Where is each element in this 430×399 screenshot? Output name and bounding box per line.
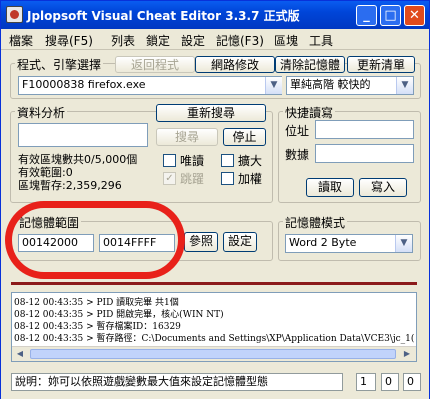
main-window: Jplopsoft Visual Cheat Editor 3.3.7 正式版 … (0, 0, 430, 399)
set-button[interactable]: 設定 (223, 232, 257, 252)
status-hint: 說明：妳可以依照遊戲變數最大值來設定記憶體型態 (11, 373, 343, 391)
read-button[interactable]: 讀取 (306, 178, 354, 197)
engine-dropdown-arrow-icon[interactable]: ▼ (396, 77, 413, 94)
app-icon (6, 6, 23, 23)
network-modify-tab[interactable]: 網路修改 (195, 56, 275, 73)
readonly-checkbox[interactable] (163, 154, 176, 167)
engine-value: 單純高階 較快的 (290, 78, 371, 91)
menu-tools[interactable]: 工具 (309, 32, 333, 49)
memory-mode-select[interactable]: Word 2 Byte (285, 234, 413, 253)
address-label: 位址 (285, 124, 310, 138)
analysis-group-label: 資料分析 (15, 104, 68, 121)
memory-mode-label: 記憶體模式 (283, 214, 348, 231)
menu-block[interactable]: 區塊 (274, 32, 298, 49)
status-field-1: 1 (356, 373, 376, 391)
menu-lock[interactable]: 鎖定 (146, 32, 170, 49)
quick-read-label: 快捷讀寫 (283, 104, 336, 121)
memory-mode-arrow-icon[interactable]: ▼ (395, 235, 412, 252)
menu-memory[interactable]: 記憶(F3) (216, 32, 264, 49)
red-highlight-oval (5, 201, 185, 279)
reference-button[interactable]: 參照 (184, 232, 218, 252)
process-group-label: 程式、引擎選擇 (15, 56, 104, 73)
search-button[interactable]: 搜尋 (156, 128, 218, 146)
clear-memory-tab[interactable]: 清除記憶體 (275, 56, 345, 73)
skip-label: 跳躍 (180, 172, 205, 186)
weight-label: 加權 (238, 172, 263, 186)
log-horizontal-scrollbar[interactable]: ◀ ▶ (12, 346, 416, 361)
return-program-tab[interactable]: 返回程式 (115, 56, 195, 73)
status-bar: 說明：妳可以依照遊戲變數最大值來設定記憶體型態 1 0 0 (1, 371, 429, 399)
data-label: 數據 (285, 148, 310, 162)
status-field-2: 0 (381, 373, 399, 391)
window-title: Jplopsoft Visual Cheat Editor 3.3.7 正式版 (27, 9, 300, 23)
expand-label: 擴大 (238, 154, 263, 168)
separator-bar (11, 282, 417, 285)
menu-file[interactable]: 檔案 (9, 32, 33, 49)
menu-settings[interactable]: 設定 (181, 32, 205, 49)
engine-select[interactable]: 單純高階 較快的 (286, 76, 414, 95)
scroll-right-icon[interactable]: ▶ (400, 348, 414, 360)
stat-cache: 區塊暫存:2,359,296 (18, 179, 122, 192)
readonly-label: 唯讀 (180, 154, 205, 168)
expand-checkbox[interactable] (221, 154, 234, 167)
skip-checkbox[interactable]: ✓ (163, 172, 176, 185)
process-value: F10000838 firefox.exe (22, 78, 146, 91)
log-line: 08-12 00:43:35 > 暫存路徑：C:\Documents and S… (14, 334, 415, 344)
menu-list[interactable]: 列表 (111, 32, 135, 49)
data-input[interactable] (315, 144, 414, 163)
research-button[interactable]: 重新搜尋 (156, 104, 266, 122)
menu-bar: 檔案 搜尋(F5) 列表 鎖定 設定 記憶(F3) 區塊 工具 (1, 29, 429, 50)
log-panel[interactable]: 08-12 00:43:35 > PID 讀取完畢 共1個 08-12 00:4… (11, 292, 417, 362)
process-select[interactable]: F10000838 firefox.exe (18, 76, 282, 95)
weight-checkbox[interactable] (221, 172, 234, 185)
minimize-button[interactable]: _ (356, 5, 377, 26)
scroll-thumb[interactable] (30, 349, 396, 359)
scroll-left-icon[interactable]: ◀ (13, 348, 27, 360)
write-button[interactable]: 寫入 (359, 178, 407, 197)
close-button[interactable]: ✕ (404, 5, 425, 26)
process-dropdown-arrow-icon[interactable]: ▼ (265, 77, 282, 94)
status-field-3: 0 (403, 373, 421, 391)
analysis-input[interactable] (18, 123, 148, 147)
memory-mode-value: Word 2 Byte (289, 236, 357, 249)
address-input[interactable] (315, 120, 414, 139)
update-list-tab[interactable]: 更新清單 (347, 56, 415, 73)
title-bar[interactable]: Jplopsoft Visual Cheat Editor 3.3.7 正式版 … (1, 1, 429, 29)
maximize-button[interactable]: □ (380, 5, 401, 26)
stop-button[interactable]: 停止 (223, 128, 266, 146)
menu-search[interactable]: 搜尋(F5) (45, 32, 93, 49)
